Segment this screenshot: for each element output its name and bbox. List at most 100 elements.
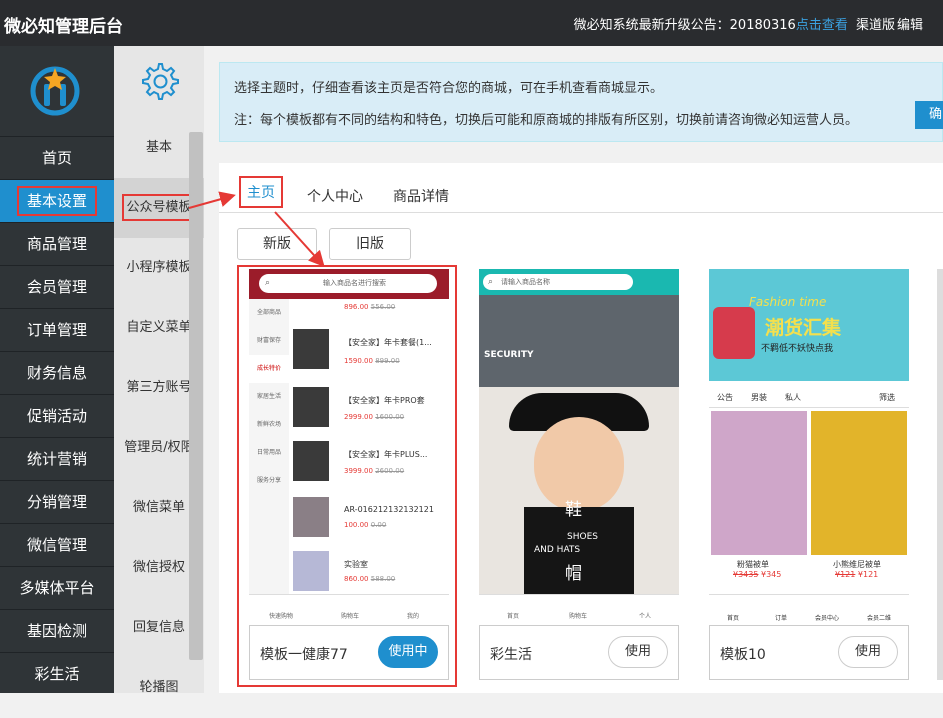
sidebar: 首页 基本设置 商品管理 会员管理 订单管理 财务信息 促销活动 统计营销 分销… xyxy=(0,46,114,693)
sidebar-item-distribution[interactable]: 分销管理 xyxy=(0,480,114,523)
sidebar-item-label: 财务信息 xyxy=(26,364,87,382)
preview-banner: Fashion time 潮货汇集 不羁低不妖快点我 xyxy=(709,269,909,381)
sidebar-item-label: 分销管理 xyxy=(26,493,87,511)
next-template-edge xyxy=(937,269,943,680)
subnav-item-label: 第三方账号 xyxy=(126,380,192,395)
app-title: 微必知管理后台 xyxy=(4,17,123,37)
sidebar-item-gene[interactable]: 基因检测 xyxy=(0,609,114,652)
tab-label: 商品详情 xyxy=(393,189,449,205)
preview-bottom-nav: 首页 订单 会员中心 会员二维 xyxy=(709,594,909,624)
product-image xyxy=(811,411,907,555)
logo-icon xyxy=(30,66,80,116)
banner-en-text: Fashion time xyxy=(749,295,827,309)
nav-label: 会员二维 xyxy=(867,615,892,622)
sidebar-item-basic-settings[interactable]: 基本设置 xyxy=(0,179,114,222)
tip-button[interactable]: 确 xyxy=(915,101,943,129)
poster-main: 鞋 SHOES AND HATS 帽 xyxy=(479,387,679,594)
sidebar-item-finance[interactable]: 财务信息 xyxy=(0,351,114,394)
sidebar-item-label: 商品管理 xyxy=(26,235,87,253)
tab-profile[interactable]: 个人中心 xyxy=(307,186,363,206)
template-preview: ⌕ 请输入商品名称 SECURITY 鞋 SHOES AND HATS 帽 首页… xyxy=(479,269,679,624)
poster-security-text: SECURITY xyxy=(484,350,534,360)
use-button[interactable]: 使用 xyxy=(838,636,898,668)
filter-label: 私人 xyxy=(785,393,801,402)
subnav-item-label: 公众号模板 xyxy=(122,194,196,221)
search-icon: ⌕ xyxy=(488,277,494,287)
tab-label: 主页 xyxy=(239,176,283,208)
tab-bar: 主页 个人中心 商品详情 xyxy=(219,163,943,213)
sidebar-item-label: 多媒体平台 xyxy=(19,579,95,597)
template-footer: 彩生活 使用 xyxy=(479,625,679,680)
template-preview: Fashion time 潮货汇集 不羁低不妖快点我 公告 男装 私人 筛选 粉… xyxy=(709,269,909,624)
sidebar-item-label: 微信管理 xyxy=(26,536,87,554)
sidebar-item-wechat[interactable]: 微信管理 xyxy=(0,523,114,566)
filter-label: 公告 xyxy=(717,393,733,402)
sidebar-item-members[interactable]: 会员管理 xyxy=(0,265,114,308)
sidebar-item-label: 促销活动 xyxy=(26,407,87,425)
sidebar-item-label: 首页 xyxy=(41,149,72,167)
banner-subtitle: 不羁低不妖快点我 xyxy=(761,344,834,354)
sidebar-item-statistics[interactable]: 统计营销 xyxy=(0,437,114,480)
use-button[interactable]: 使用 xyxy=(608,636,668,668)
notice-link[interactable]: 点击查看 xyxy=(796,18,848,33)
product-title: 小熊维尼被单 xyxy=(833,560,881,569)
sidebar-item-label: 基因检测 xyxy=(26,622,87,640)
preview-search-text: 请输入商品名称 xyxy=(501,278,550,286)
product-title: 粉猫被单 xyxy=(737,560,769,569)
subnav-scrollbar[interactable] xyxy=(189,132,203,660)
notice-text: 微必知系统最新升级公告：20180316 xyxy=(573,18,796,33)
poster-shoes-text: SHOES xyxy=(567,532,598,542)
notice: 微必知系统最新升级公告：20180316点击查看 渠道版 xyxy=(574,14,895,33)
old-version-button[interactable]: 旧版 xyxy=(329,228,411,260)
preview-bottom-nav: 首页 购物车 个人 xyxy=(479,594,679,624)
product-image xyxy=(711,411,807,555)
subnav-item-label: 基本 xyxy=(145,140,172,155)
subnav-item-label: 自定义菜单 xyxy=(126,320,192,335)
gear-icon xyxy=(142,63,179,100)
subnav-item-carousel[interactable]: 轮播图 xyxy=(114,658,204,718)
preview-filter-bar: 公告 男装 私人 筛选 xyxy=(709,384,909,408)
poster-xie-text: 鞋 xyxy=(565,500,582,520)
nav-label: 首页 xyxy=(727,615,740,622)
sidebar-item-products[interactable]: 商品管理 xyxy=(0,222,114,265)
sidebar-item-label: 会员管理 xyxy=(26,278,87,296)
highlight-box xyxy=(237,265,457,687)
product-old-price: ¥121 xyxy=(835,570,856,579)
subnav-item-label: 小程序模板 xyxy=(126,260,192,275)
subnav-item-label: 管理员/权限 xyxy=(124,440,194,455)
template-name: 模板10 xyxy=(720,647,766,663)
template-name: 彩生活 xyxy=(490,647,532,663)
sidebar-item-colorlife[interactable]: 彩生活 xyxy=(0,652,114,695)
edit-link[interactable]: 编辑 xyxy=(897,14,923,33)
filter-label: 男装 xyxy=(751,393,767,402)
tip-alert: 选择主题时，仔细查看该主页是否符合您的商城，可在手机查看商城显示。 注：每个模板… xyxy=(219,62,943,142)
tab-home[interactable]: 主页 xyxy=(239,176,283,208)
sidebar-item-promotions[interactable]: 促销活动 xyxy=(0,394,114,437)
product-price: ¥121 xyxy=(857,570,879,579)
poster-mao-text: 帽 xyxy=(565,564,582,584)
sidebar-item-label: 统计营销 xyxy=(26,450,87,468)
sidebar-item-orders[interactable]: 订单管理 xyxy=(0,308,114,351)
sidebar-item-home[interactable]: 首页 xyxy=(0,136,114,179)
sidebar-item-label: 彩生活 xyxy=(34,665,80,683)
preview-search: ⌕ 请输入商品名称 xyxy=(483,274,633,290)
sidebar-item-media[interactable]: 多媒体平台 xyxy=(0,566,114,609)
banner-bag xyxy=(713,307,755,359)
tip-line-1: 选择主题时，仔细查看该主页是否符合您的商城，可在手机查看商城显示。 xyxy=(234,81,664,96)
poster-hats-text: AND HATS xyxy=(534,545,581,555)
logo xyxy=(0,46,114,136)
tab-product-detail[interactable]: 商品详情 xyxy=(393,186,449,206)
nav-label: 首页 xyxy=(507,613,520,620)
filter-label: 筛选 xyxy=(879,393,895,402)
product-price: ¥345 xyxy=(761,570,782,579)
product-price-row: ¥121 ¥121 xyxy=(835,570,878,579)
nav-label: 会员中心 xyxy=(815,615,840,622)
sidebar-item-label: 基本设置 xyxy=(16,186,97,216)
tip-line-2: 注：每个模板都有不同的结构和特色，切换后可能和原商城的排版有所区别，切换前请咨询… xyxy=(234,113,859,128)
top-bar: 微必知管理后台 微必知系统最新升级公告：20180316点击查看 渠道版 编辑 xyxy=(0,0,943,46)
template-footer: 模板10 使用 xyxy=(709,625,909,680)
poster-top: SECURITY xyxy=(479,295,679,387)
product-old-price: ¥3435 xyxy=(733,570,759,579)
nav-label: 个人 xyxy=(639,613,652,620)
new-version-button[interactable]: 新版 xyxy=(237,228,317,260)
